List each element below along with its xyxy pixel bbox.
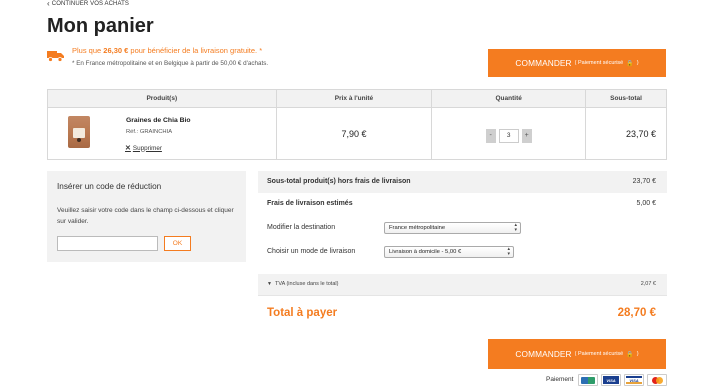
select-arrows-icon: ▴ ▾: [507, 246, 510, 257]
mastercard-icon: [647, 374, 667, 386]
discount-title: Insérer un code de réduction: [57, 182, 162, 191]
lock-icon: 🔒: [626, 351, 634, 358]
truck-icon: [47, 51, 64, 62]
discount-code-panel: Insérer un code de réduction Veuillez sa…: [47, 171, 246, 262]
select-arrows-icon: ▴ ▾: [514, 222, 517, 233]
total-label: Total à payer: [267, 307, 338, 319]
cart-table: Produit(s) Prix à l'unité Quantité Sous-…: [47, 89, 667, 160]
quantity-decrease-button[interactable]: -: [485, 128, 496, 143]
order-button-label: COMMANDER: [515, 58, 572, 68]
tva-value: 2,07 €: [640, 281, 656, 287]
discount-instructions: Veuillez saisir votre code dans le champ…: [57, 207, 234, 225]
promo-suffix: pour bénéficier de la livraison gratuite…: [128, 46, 263, 55]
destination-value: France métropolitaine: [389, 225, 446, 231]
order-button-top[interactable]: COMMANDER ( Paiement sécurisé 🔒 ): [488, 49, 666, 77]
product-name[interactable]: Graines de Chia Bio: [126, 117, 191, 124]
promo-amount: 26,30 €: [103, 46, 129, 55]
order-button-close: ): [636, 60, 639, 66]
subtotal-value: 23,70 €: [632, 178, 656, 185]
close-icon: ✕: [125, 145, 131, 152]
header-products: Produit(s): [47, 89, 277, 108]
triangle-down-icon: ▼: [267, 281, 272, 287]
quantity-increase-button[interactable]: +: [521, 128, 532, 143]
free-shipping-message: Plus que 26,30 € pour bénéficier de la l…: [72, 46, 262, 55]
visa-text: VISA: [626, 376, 642, 384]
shipping-label: Frais de livraison estimés: [267, 200, 353, 207]
order-button-sublabel: ( Paiement sécurisé: [574, 60, 624, 66]
quantity-stepper: - 3 +: [485, 128, 532, 143]
divider: [258, 295, 667, 296]
remove-item-link[interactable]: ✕ Supprimer: [125, 144, 162, 153]
product-image[interactable]: [68, 116, 90, 148]
cb-card-icon: [578, 374, 598, 386]
product-ref: Réf.: GRAINCHIA: [126, 129, 173, 135]
payment-label: Paiement: [546, 376, 574, 383]
shipping-mode-value: Livraison à domicile - 5,00 €: [389, 249, 462, 255]
continue-shopping-link[interactable]: ‹ CONTINUER VOS ACHATS: [47, 0, 129, 8]
discount-code-input[interactable]: [57, 236, 158, 251]
table-row: Graines de Chia Bio Réf.: GRAINCHIA ✕ Su…: [47, 107, 667, 160]
shipping-value: 5,00 €: [636, 200, 656, 207]
quantity-cell: - 3 +: [431, 107, 587, 160]
total-value: 28,70 €: [617, 307, 656, 319]
order-button-sublabel: ( Paiement sécurisé: [574, 351, 624, 357]
shipping-mode-select[interactable]: Livraison à domicile - 5,00 € ▴ ▾: [384, 246, 514, 258]
product-cell: Graines de Chia Bio Réf.: GRAINCHIA ✕ Su…: [47, 107, 277, 160]
continue-shopping-label: CONTINUER VOS ACHATS: [51, 1, 129, 7]
header-quantity: Quantité: [431, 89, 587, 108]
visa-electron-card-icon: VISA: [624, 374, 644, 386]
destination-label: Modifier la destination: [267, 224, 336, 231]
destination-select[interactable]: France métropolitaine ▴ ▾: [384, 222, 521, 234]
unit-price: 7,90 €: [275, 107, 433, 160]
page-title: Mon panier: [47, 15, 154, 37]
free-shipping-note: * En France métropolitaine et en Belgiqu…: [72, 60, 269, 67]
chevron-left-icon: ‹: [47, 0, 50, 8]
header-subtotal: Sous-total: [585, 89, 667, 108]
shipping-mode-label: Choisir un mode de livraison: [267, 248, 356, 255]
lock-icon: 🔒: [626, 60, 634, 67]
visa-text: VISA: [603, 376, 619, 384]
line-subtotal: 23,70 €: [585, 107, 667, 160]
quantity-input[interactable]: 3: [498, 128, 519, 143]
tva-toggle[interactable]: ▼ TVA (incluse dans le total): [267, 281, 338, 287]
remove-item-label: Supprimer: [132, 144, 162, 152]
tva-label: TVA (incluse dans le total): [274, 281, 339, 287]
order-button-label: COMMANDER: [515, 349, 572, 359]
visa-card-icon: VISA: [601, 374, 621, 386]
subtotal-label: Sous-total produit(s) hors frais de livr…: [267, 178, 411, 185]
order-button-bottom[interactable]: COMMANDER ( Paiement sécurisé 🔒 ): [488, 339, 666, 369]
promo-prefix: Plus que: [72, 46, 104, 55]
order-button-close: ): [636, 351, 639, 357]
discount-ok-button[interactable]: OK: [164, 236, 191, 251]
header-unit-price: Prix à l'unité: [275, 89, 433, 108]
cart-header-row: Produit(s) Prix à l'unité Quantité Sous-…: [47, 89, 667, 108]
